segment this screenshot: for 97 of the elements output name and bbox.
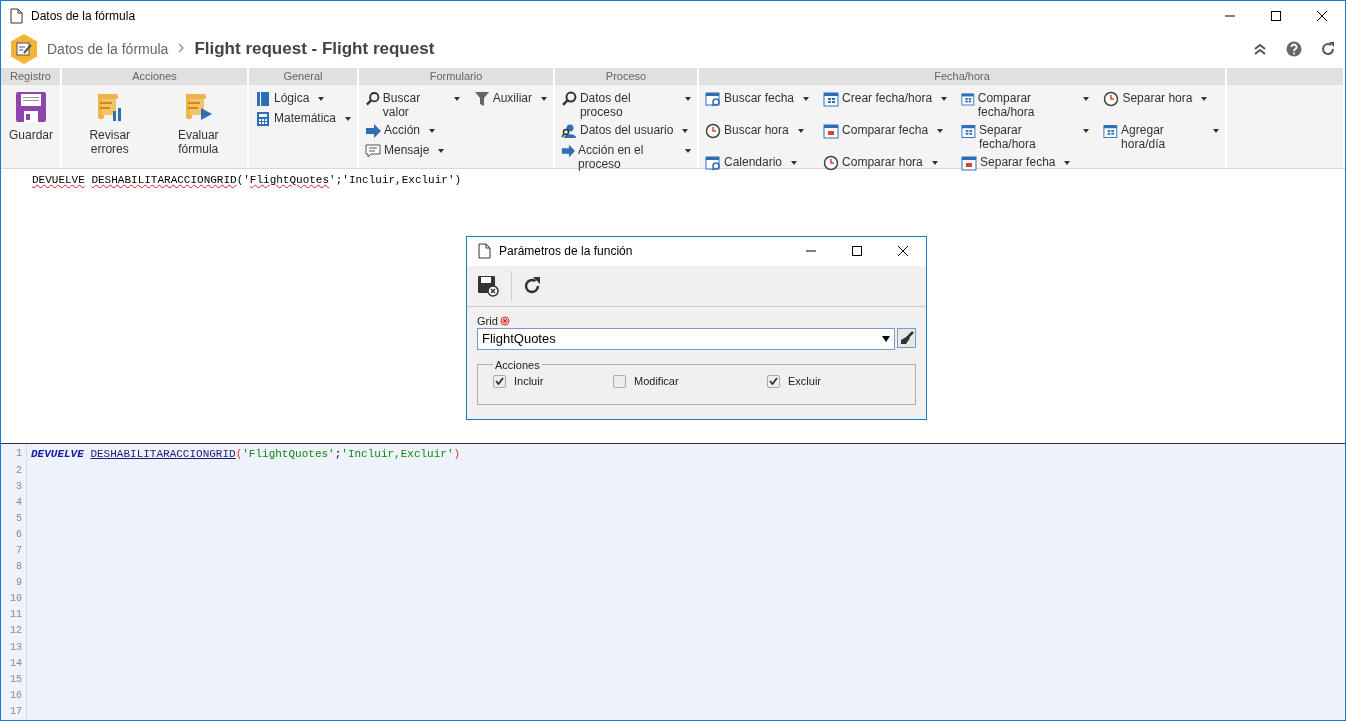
line-number: 3	[15, 479, 23, 494]
dropdown-arrow-icon	[882, 335, 890, 342]
checkbox-label: Excluir	[788, 375, 821, 388]
close-icon	[1317, 11, 1327, 21]
breadcrumb-link[interactable]: Datos de la fórmula	[47, 41, 169, 58]
checkbox[interactable]	[767, 374, 780, 388]
user-search-icon	[561, 122, 577, 139]
ribbon-button[interactable]: Auxiliar	[471, 88, 549, 121]
refresh-icon	[522, 275, 542, 296]
search-icon	[561, 90, 577, 107]
dialog-title: Parámetros de la función	[499, 244, 634, 259]
checkbox-label: Incluir	[514, 375, 544, 388]
ribbon-button[interactable]: Revisar errores	[66, 88, 154, 168]
clock-icon	[705, 122, 721, 139]
checkbox-label: Modificar	[634, 375, 679, 388]
page-title: Flight request - Flight request	[194, 39, 436, 60]
help-icon	[1286, 41, 1302, 58]
right-arrow-icon	[365, 122, 381, 139]
ribbon-button[interactable]: Guardar	[5, 88, 58, 168]
group-title: Proceso	[555, 67, 697, 85]
line-number: 14	[9, 656, 23, 671]
checkmark-icon	[495, 377, 504, 386]
ribbon-button[interactable]: Evaluar fórmula	[153, 88, 243, 168]
line-number: 9	[15, 576, 23, 591]
line-number: 7	[15, 543, 23, 558]
double-chevron-up-icon	[1252, 41, 1268, 58]
group-title: General	[249, 67, 357, 85]
line-number: 12	[9, 624, 23, 639]
ribbon-button[interactable]: Lógica	[253, 88, 354, 109]
ribbon-button[interactable]: Crear fecha/hora	[821, 88, 950, 121]
line-number: 13	[9, 640, 23, 655]
line-number: 4	[15, 495, 23, 510]
calculator-icon	[255, 110, 271, 127]
calendar-icon	[823, 122, 840, 139]
formula-text: DEVUELVE DESHABILITARACCIONGRID('FlightQuotes';'Incluir,Excluir')	[32, 173, 462, 186]
brush-button[interactable]	[897, 327, 916, 348]
ribbon-button[interactable]: Calendario	[703, 152, 812, 173]
checkmark-icon	[769, 377, 778, 386]
ribbon-button[interactable]: Separar hora	[1101, 88, 1221, 121]
line-number: 1	[15, 447, 23, 462]
ribbon-button[interactable]: Comparar fecha/hora	[959, 88, 1092, 121]
calendar-search-icon	[705, 90, 721, 107]
group-title: Registro	[1, 67, 60, 85]
line-number: 8	[15, 560, 23, 575]
checkbox[interactable]	[613, 374, 626, 388]
floppy-disk-icon	[477, 274, 499, 297]
line-number: 16	[9, 688, 23, 703]
close-icon	[898, 246, 908, 257]
ribbon-button[interactable]: Datos del usuario	[559, 120, 693, 141]
ribbon-button[interactable]: Mensaje	[363, 140, 462, 161]
hexagon-logo-icon	[9, 33, 39, 66]
checkbox[interactable]	[493, 374, 506, 388]
clock-icon	[1103, 90, 1120, 107]
groupbox-title: Acciones	[494, 358, 541, 371]
ribbon-button[interactable]: Separar fecha/hora	[959, 120, 1092, 153]
line-number: 15	[9, 672, 23, 687]
speech-bubble-icon	[365, 142, 381, 159]
ribbon-button[interactable]: Acción	[363, 120, 462, 141]
ribbon-button[interactable]: Buscar fecha	[703, 88, 812, 121]
ribbon-button[interactable]: Comparar fecha	[821, 120, 950, 153]
document-icon	[477, 243, 491, 260]
field-label: Grid	[477, 314, 498, 327]
group-title: Acciones	[62, 67, 247, 85]
group-title: Formulario	[359, 67, 553, 85]
ribbon-button[interactable]: Matemática	[253, 108, 354, 129]
chevron-right-icon	[178, 43, 185, 54]
grid-dropdown[interactable]: FlightQuotes	[477, 327, 895, 350]
ribbon-button[interactable]: Acción en el proceso	[559, 140, 693, 173]
window-title: Datos de la fórmula	[31, 9, 137, 23]
code-line: DEVUELVE DESHABILITARACCIONGRID('FlightQuotes';'Incluir,Excluir')	[31, 447, 461, 463]
ribbon-button[interactable]: Buscar valor	[363, 88, 462, 121]
ribbon-button[interactable]: Comparar hora	[821, 152, 950, 173]
line-number: 2	[15, 463, 23, 478]
maximize-icon	[852, 246, 862, 257]
book-icon	[255, 90, 271, 107]
ribbon-button[interactable]: Buscar hora	[703, 120, 812, 153]
brush-icon	[899, 330, 914, 345]
search-icon	[365, 90, 380, 107]
filter-icon	[473, 90, 490, 107]
document-icon	[9, 8, 23, 24]
group-title: Fecha/hora	[699, 67, 1225, 85]
maximize-icon	[1271, 11, 1281, 21]
refresh-icon	[1320, 41, 1336, 58]
code-editor[interactable]: 1 2 3 4 5 6 7 8 9 10 11 12 13 14 15 16 17 DEVUELVE DESHABILITARACCIONGRID('FlightQuotes';'Incluir,Excluir')	[1, 443, 1345, 720]
ribbon-button[interactable]: Agregar hora/día	[1101, 120, 1221, 153]
line-number: 6	[15, 527, 23, 542]
ribbon-button[interactable]: Separar fecha	[959, 152, 1092, 173]
line-number: 17	[9, 704, 23, 719]
calendar-icon	[961, 122, 976, 139]
calendar-icon	[1103, 122, 1119, 139]
calendar-icon	[961, 90, 975, 107]
right-arrow-icon	[561, 142, 576, 159]
line-number: 10	[9, 592, 23, 607]
ribbon-button[interactable]: Datos del proceso	[559, 88, 693, 121]
line-number: 11	[9, 608, 23, 623]
calendar-icon	[823, 90, 840, 107]
line-number: 5	[15, 511, 23, 526]
